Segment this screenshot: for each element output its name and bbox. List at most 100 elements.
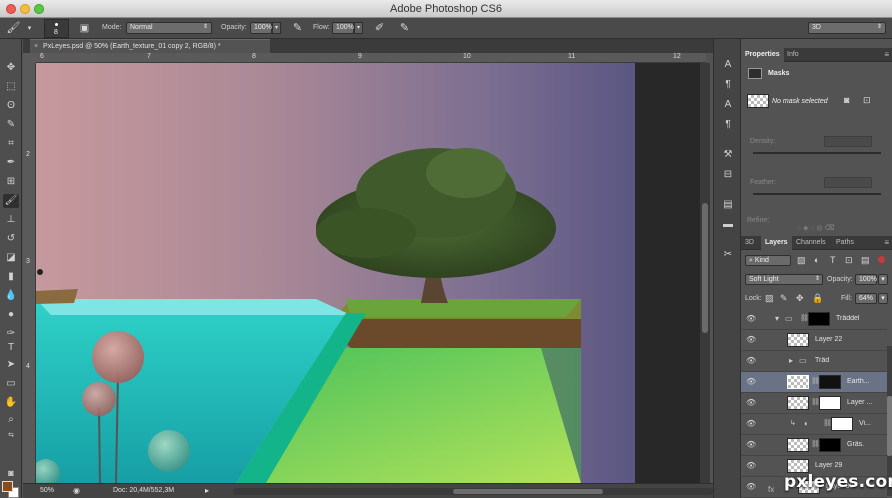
fill-dropdown[interactable]: ▾ bbox=[878, 293, 888, 304]
zoom-level[interactable]: 50% bbox=[40, 487, 54, 494]
move-icon[interactable]: ✥ bbox=[3, 61, 19, 75]
opacity-dropdown[interactable]: ▾ bbox=[272, 22, 281, 34]
healing-icon[interactable]: ⊞ bbox=[3, 175, 19, 189]
scroll-thumb[interactable] bbox=[702, 203, 708, 333]
brush-panel-toggle-icon[interactable]: ▣ bbox=[77, 21, 92, 36]
airbrush-icon[interactable]: ✐ bbox=[372, 21, 387, 36]
character-panel-icon[interactable]: A bbox=[720, 57, 736, 73]
pen-icon[interactable]: ✑ bbox=[3, 327, 19, 341]
eye-icon[interactable]: 👁 bbox=[746, 377, 756, 386]
density-input[interactable] bbox=[824, 136, 872, 147]
tab-channels[interactable]: Channels bbox=[792, 236, 830, 250]
dodge-icon[interactable]: ● bbox=[3, 308, 19, 322]
tab-paths[interactable]: Paths bbox=[832, 236, 858, 250]
type-icon[interactable]: T bbox=[3, 341, 19, 355]
chevron-right-icon[interactable]: ▸ bbox=[789, 356, 793, 365]
tool-presets-icon[interactable]: ⚒ bbox=[720, 147, 736, 163]
tab-info[interactable]: Info bbox=[783, 48, 803, 62]
fill-input[interactable]: 64% bbox=[855, 293, 877, 304]
gradient-icon[interactable]: ▮ bbox=[3, 270, 19, 284]
vector-mask-button[interactable]: ⊡ bbox=[863, 95, 871, 106]
zoom-icon[interactable]: ⌕ bbox=[3, 413, 19, 427]
chevron-down-icon[interactable]: ▾ bbox=[22, 21, 37, 36]
lock-image-icon[interactable]: ✎ bbox=[780, 293, 788, 304]
quick-select-icon[interactable]: ✎ bbox=[3, 118, 19, 132]
link-layers-icon[interactable]: fx bbox=[768, 485, 774, 494]
quick-mask-icon[interactable]: ◙ bbox=[3, 466, 19, 480]
lock-transparent-icon[interactable]: ▨ bbox=[765, 293, 774, 304]
density-slider[interactable] bbox=[753, 152, 881, 154]
marquee-icon[interactable]: ⬚ bbox=[3, 80, 19, 94]
layer-mask-thumbnail[interactable] bbox=[819, 375, 841, 389]
close-icon[interactable]: × bbox=[34, 43, 38, 50]
layer-opacity-input[interactable]: 100% bbox=[855, 274, 877, 285]
eye-icon[interactable]: 👁 bbox=[746, 440, 756, 449]
actions-panel-icon[interactable]: ▬ bbox=[720, 217, 736, 233]
eyedropper-icon[interactable]: ✒ bbox=[3, 156, 19, 170]
lasso-icon[interactable]: ʘ bbox=[3, 99, 19, 113]
mode-select[interactable]: Normal ⇕ bbox=[126, 22, 212, 34]
mask-actions-icons[interactable]: ◌ ◈ ◌ ◎ ⌫ bbox=[797, 224, 835, 232]
eye-icon[interactable]: 👁 bbox=[746, 461, 756, 470]
canvas-horizontal-scrollbar[interactable] bbox=[233, 488, 713, 495]
panel-menu-icon[interactable]: ≡ bbox=[884, 238, 889, 247]
foreground-color-swatch[interactable] bbox=[2, 481, 13, 492]
shape-icon[interactable]: ▭ bbox=[3, 377, 19, 391]
hand-icon[interactable]: ✋ bbox=[3, 396, 19, 410]
stamp-icon[interactable]: ⊥ bbox=[3, 213, 19, 227]
tab-layers[interactable]: Layers bbox=[761, 236, 792, 250]
layer-mask-thumbnail[interactable] bbox=[831, 417, 853, 431]
filter-smart-object-icon[interactable]: ▤ bbox=[861, 255, 870, 266]
eye-icon[interactable]: 👁 bbox=[746, 335, 756, 344]
flow-input[interactable]: 100% bbox=[332, 22, 354, 34]
character-styles-icon[interactable]: A bbox=[720, 97, 736, 113]
tab-properties[interactable]: Properties bbox=[741, 48, 784, 62]
path-select-icon[interactable]: ➤ bbox=[3, 358, 19, 372]
eye-icon[interactable]: 👁 bbox=[746, 482, 756, 491]
eye-icon[interactable]: 👁 bbox=[746, 356, 756, 365]
eye-icon[interactable]: 👁 bbox=[746, 398, 756, 407]
layer-opacity-dropdown[interactable]: ▾ bbox=[878, 274, 888, 285]
pressure-opacity-icon[interactable]: ✎ bbox=[290, 21, 305, 36]
canvas-vertical-scrollbar[interactable] bbox=[700, 63, 710, 483]
filter-shape-icon[interactable]: ⊡ bbox=[845, 255, 853, 266]
scroll-thumb[interactable] bbox=[887, 396, 892, 456]
feather-input[interactable] bbox=[824, 177, 872, 188]
filter-toggle-icon[interactable] bbox=[878, 256, 885, 263]
scroll-thumb[interactable] bbox=[453, 489, 603, 494]
eye-icon[interactable]: 👁 bbox=[746, 419, 756, 428]
filter-kind-select[interactable]: ⌕ Kind bbox=[745, 255, 791, 266]
adjustments-icon[interactable]: ⊟ bbox=[720, 167, 736, 183]
flow-dropdown[interactable]: ▾ bbox=[354, 22, 363, 34]
layer-row[interactable]: 👁 ⛓ Gräs. bbox=[741, 435, 887, 456]
layer-row[interactable]: 👁 ⛓ Earth... bbox=[741, 372, 887, 393]
blur-icon[interactable]: 💧 bbox=[3, 289, 19, 303]
swap-colors-icon[interactable]: ⇆ bbox=[3, 429, 19, 443]
workspace-select[interactable]: 3D ⇕ bbox=[808, 22, 886, 34]
chevron-down-icon[interactable]: ▾ bbox=[775, 314, 779, 323]
filter-type-icon[interactable]: T bbox=[830, 255, 836, 265]
layer-row[interactable]: 👁 ▸ ▭ Träd bbox=[741, 351, 887, 372]
opacity-input[interactable]: 100% bbox=[250, 22, 272, 34]
lock-all-icon[interactable]: 🔒 bbox=[812, 293, 823, 304]
canvas-area[interactable] bbox=[36, 63, 706, 483]
brush-tool-icon[interactable]: 🖌 bbox=[6, 21, 21, 36]
blend-mode-select[interactable]: Soft Light ⇕ bbox=[745, 274, 823, 285]
history-brush-icon[interactable]: ↺ bbox=[3, 232, 19, 246]
filter-pixel-icon[interactable]: ▧ bbox=[797, 255, 806, 266]
document-canvas[interactable] bbox=[36, 63, 635, 483]
lock-position-icon[interactable]: ✥ bbox=[796, 293, 804, 304]
panel-menu-icon[interactable]: ≡ bbox=[884, 50, 889, 59]
layer-mask-thumbnail[interactable] bbox=[819, 438, 841, 452]
crop-icon[interactable]: ⌗ bbox=[3, 137, 19, 151]
layer-row[interactable]: 👁 ↳ ◐ ⛓ Vi... bbox=[741, 414, 887, 435]
document-info-icon[interactable]: ◉ bbox=[73, 486, 80, 495]
brush-icon[interactable]: 🖌 bbox=[3, 194, 19, 208]
document-tab[interactable]: × PxLeyes.psd @ 50% (Earth_texture_01 co… bbox=[30, 39, 270, 53]
filter-adjustment-icon[interactable]: ◐ bbox=[814, 255, 819, 265]
paragraph-styles-icon[interactable]: ¶ bbox=[720, 117, 736, 133]
layer-mask-thumbnail[interactable] bbox=[819, 396, 841, 410]
feather-slider[interactable] bbox=[753, 193, 881, 195]
status-menu-arrow-icon[interactable]: ▸ bbox=[205, 486, 209, 495]
tab-3d[interactable]: 3D bbox=[741, 236, 758, 250]
